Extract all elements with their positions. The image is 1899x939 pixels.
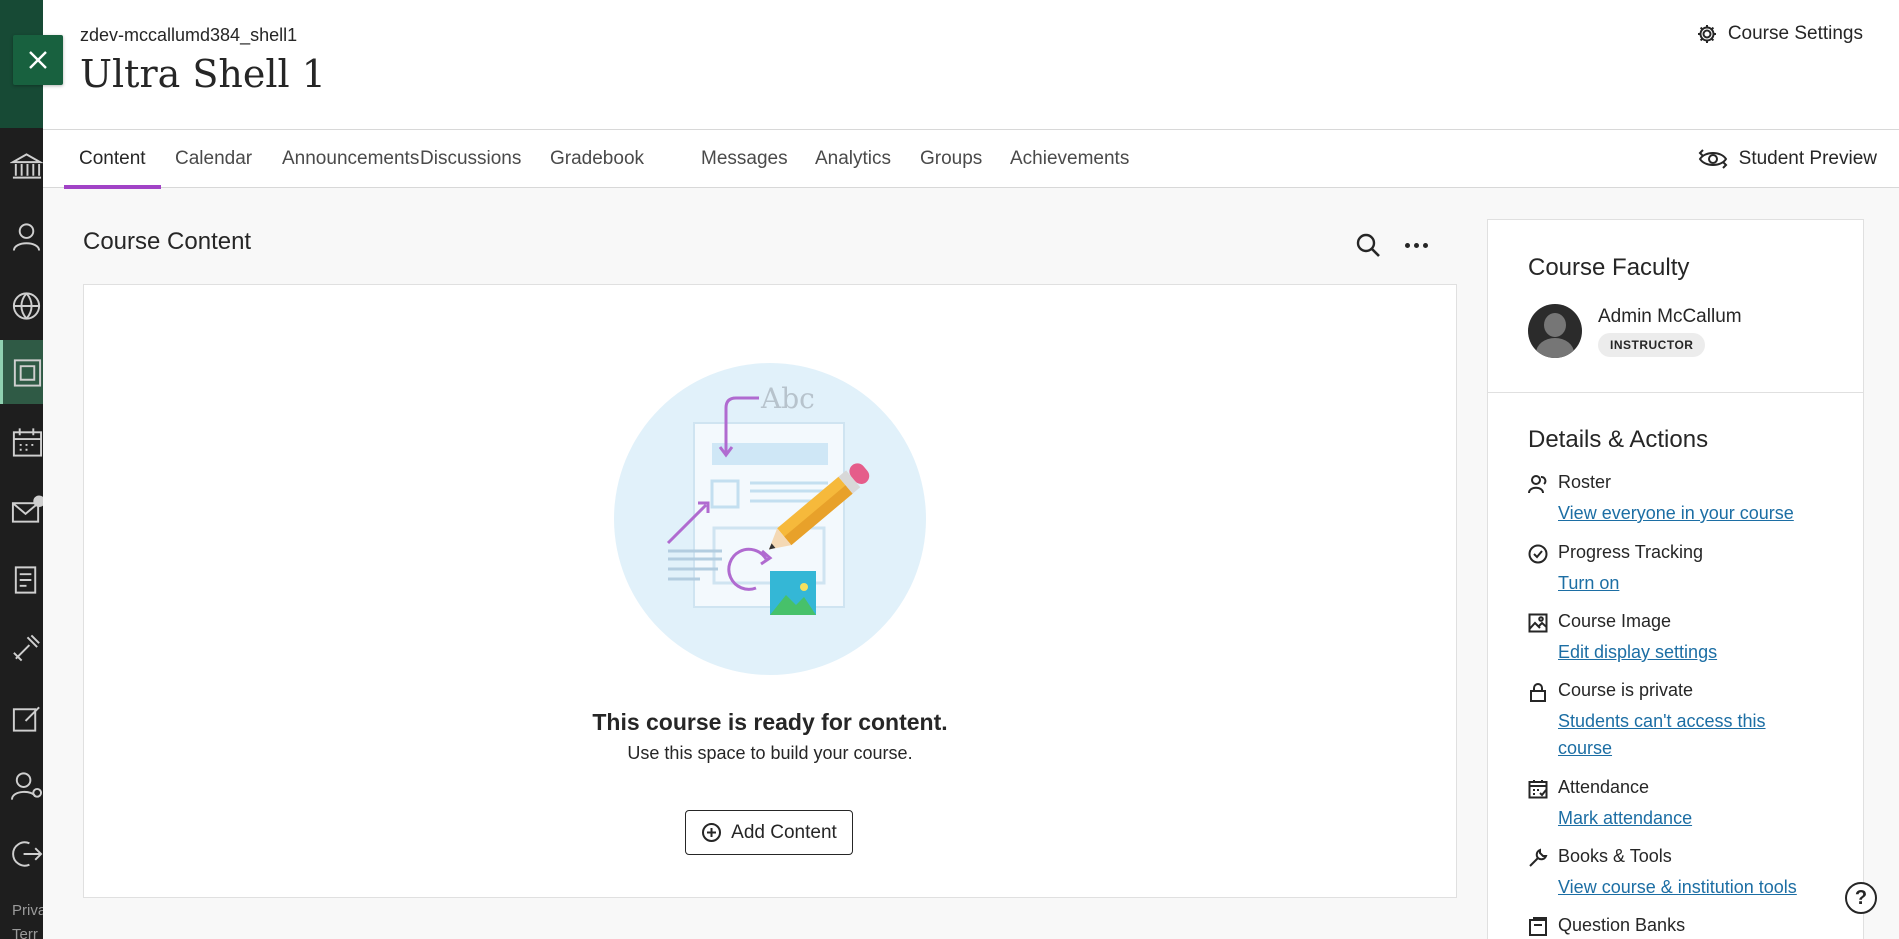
- courses-icon[interactable]: [0, 340, 43, 404]
- divider: [1488, 392, 1863, 393]
- gear-icon: [1697, 25, 1716, 43]
- wrench-icon: [1529, 848, 1548, 867]
- course-panel: zdev-mccallumd384_shell1 Ultra Shell 1 C…: [43, 0, 1899, 939]
- institution-icon[interactable]: [0, 134, 43, 198]
- more-dot: [1413, 242, 1419, 248]
- tab-gradebook[interactable]: Gradebook: [535, 130, 659, 188]
- help-button[interactable]: ?: [1845, 882, 1877, 914]
- tab-content[interactable]: Content: [64, 130, 161, 189]
- grades-icon[interactable]: [0, 548, 43, 612]
- check-circle-icon: [1528, 544, 1548, 564]
- privacy-link[interactable]: Priva: [12, 902, 43, 919]
- tab-discussions[interactable]: Discussions: [405, 130, 536, 188]
- close-icon: [29, 51, 47, 69]
- progress-tracking-link[interactable]: Turn on: [1558, 570, 1818, 597]
- course-private-label: Course is private: [1558, 680, 1694, 700]
- messages-icon[interactable]: [0, 478, 43, 542]
- tab-calendar[interactable]: Calendar: [160, 130, 267, 188]
- add-content-button[interactable]: Add Content: [685, 810, 853, 855]
- left-nav-rail: Priva Terr: [0, 0, 43, 939]
- course-faculty-heading: Course Faculty: [1528, 254, 1690, 281]
- empty-state-subtitle: Use this space to build your course.: [627, 743, 913, 763]
- lock-icon: [1530, 683, 1546, 702]
- question-bank-icon: [1529, 917, 1547, 936]
- add-content-label: Add Content: [731, 821, 837, 843]
- attendance-label: Attendance: [1558, 777, 1650, 797]
- details-actions-heading: Details & Actions: [1528, 426, 1709, 453]
- empty-state-title: This course is ready for content.: [592, 709, 948, 735]
- plus-circle-icon: [702, 823, 722, 842]
- attendance-link[interactable]: Mark attendance: [1558, 805, 1818, 832]
- course-settings-button[interactable]: Course Settings: [1696, 23, 1863, 45]
- abc-text: Abc: [760, 382, 815, 415]
- course-content-title: Course Content: [83, 228, 252, 255]
- avatar[interactable]: [1528, 304, 1582, 358]
- student-preview-button[interactable]: Student Preview: [1697, 130, 1877, 188]
- terms-link[interactable]: Terr: [12, 926, 38, 939]
- more-dot: [1422, 242, 1428, 248]
- roster-link[interactable]: View everyone in your course: [1558, 500, 1818, 527]
- course-image-link[interactable]: Edit display settings: [1558, 639, 1818, 666]
- faculty-name[interactable]: Admin McCallum: [1598, 306, 1742, 328]
- empty-content-illustration: Abc: [614, 363, 926, 675]
- edit-icon[interactable]: [0, 686, 43, 750]
- more-dot: [1404, 242, 1410, 248]
- profile-icon[interactable]: [0, 204, 43, 268]
- books-tools-label: Books & Tools: [1558, 846, 1672, 866]
- more-options-button[interactable]: [1401, 230, 1431, 260]
- course-header: zdev-mccallumd384_shell1 Ultra Shell 1 C…: [43, 0, 1899, 130]
- tools-icon[interactable]: [0, 616, 43, 680]
- course-image-label: Course Image: [1558, 611, 1672, 631]
- course-id: zdev-mccallumd384_shell1: [80, 25, 298, 45]
- globe-icon[interactable]: [0, 274, 43, 338]
- tab-groups[interactable]: Groups: [905, 130, 997, 188]
- tab-achievements[interactable]: Achievements: [995, 130, 1144, 188]
- progress-tracking-label: Progress Tracking: [1558, 542, 1704, 562]
- search-icon[interactable]: [1353, 230, 1383, 260]
- details-sidebar: Course Faculty Admin McCallum INSTRUCTOR…: [1487, 219, 1864, 939]
- course-tabs: Content Calendar Announcements Discussio…: [43, 130, 1899, 189]
- sign-out-icon[interactable]: [0, 822, 43, 886]
- user-settings-icon[interactable]: [0, 754, 43, 818]
- calendar-check-icon: [1528, 780, 1548, 799]
- roster-label: Roster: [1558, 472, 1612, 492]
- student-preview-icon: [1698, 149, 1728, 169]
- course-title: Ultra Shell 1: [80, 52, 326, 96]
- tab-messages[interactable]: Messages: [686, 130, 803, 188]
- close-course-button[interactable]: [13, 35, 63, 85]
- instructor-badge: INSTRUCTOR: [1598, 333, 1706, 357]
- tab-analytics[interactable]: Analytics: [800, 130, 906, 188]
- course-content-box: Abc This course is ready for content. Us…: [83, 284, 1457, 898]
- books-tools-link[interactable]: View course & institution tools: [1558, 874, 1818, 901]
- image-icon: [1528, 613, 1548, 633]
- roster-icon: [1528, 475, 1547, 494]
- course-private-link[interactable]: Students can't access this course: [1558, 708, 1818, 762]
- question-banks-label[interactable]: Question Banks: [1558, 915, 1685, 936]
- course-settings-label: Course Settings: [1727, 23, 1863, 44]
- student-preview-label: Student Preview: [1738, 148, 1877, 169]
- calendar-icon[interactable]: [0, 410, 43, 474]
